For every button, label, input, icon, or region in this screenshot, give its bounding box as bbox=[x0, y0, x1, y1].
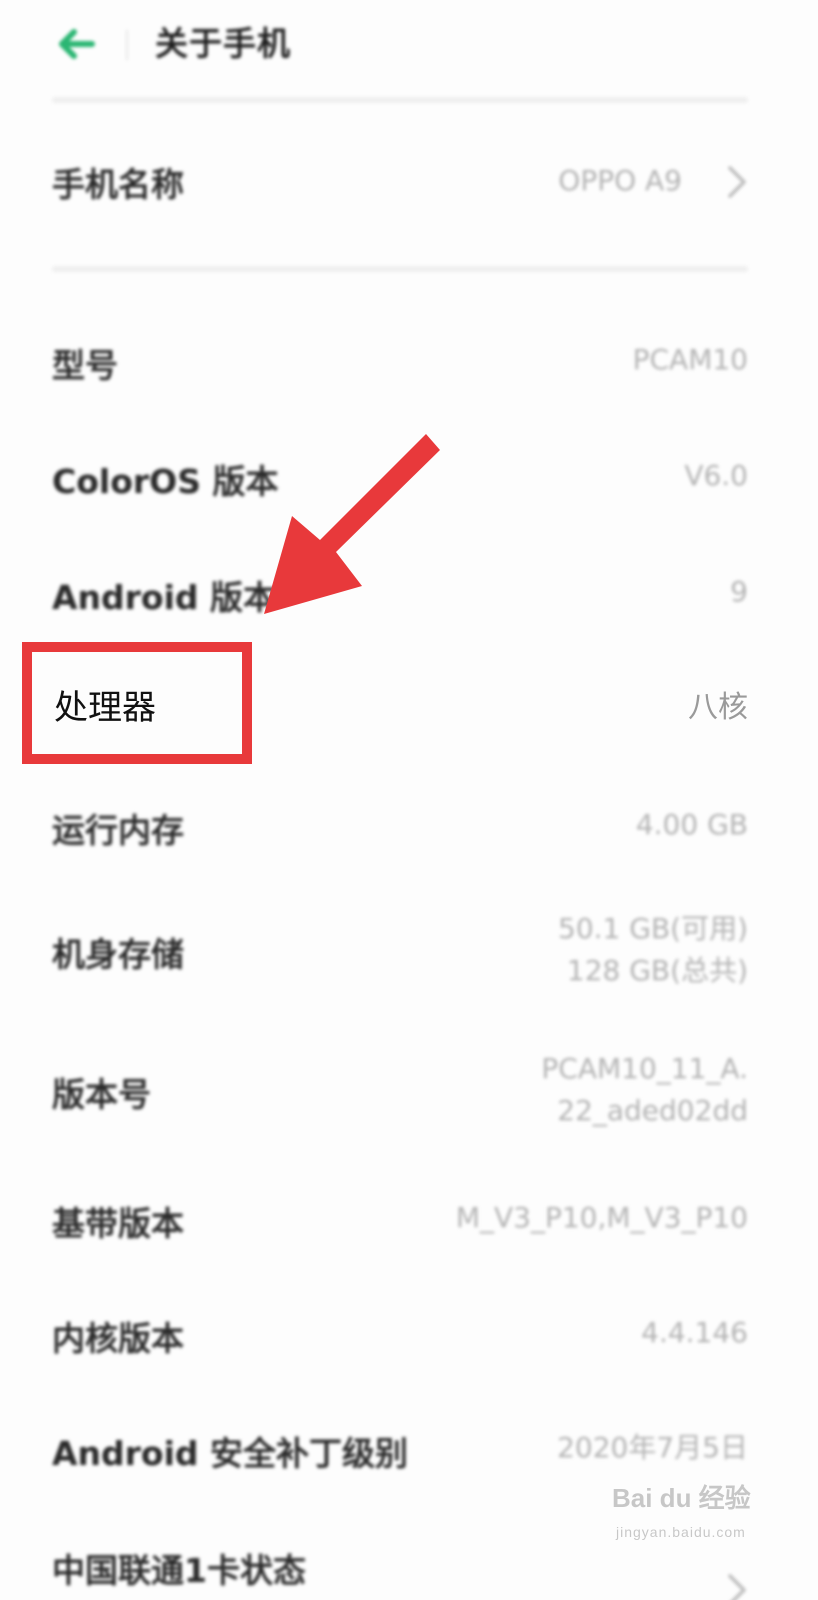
info-row-label: 运行内存 bbox=[52, 811, 184, 850]
build-line-1: PCAM10_11_A. bbox=[541, 1052, 748, 1085]
info-row-value: 9 bbox=[730, 575, 748, 608]
info-row-label: 型号 bbox=[52, 346, 118, 385]
device-name-row[interactable]: 手机名称 OPPO A9 bbox=[52, 150, 748, 214]
arrow-left-icon[interactable] bbox=[52, 22, 100, 66]
info-row-label: 中国联通1卡状态 bbox=[52, 1551, 306, 1590]
info-row-value: M_V3_P10,M_V3_P10 bbox=[455, 1201, 748, 1234]
info-row-label: 机身存储 bbox=[52, 935, 184, 974]
about-phone-page: 关于手机 手机名称 OPPO A9 型号 PCAM10 ColorOS 版本 V… bbox=[0, 0, 818, 1600]
info-row-label: 版本号 bbox=[52, 1075, 151, 1114]
info-row-value: 4.00 GB bbox=[635, 808, 748, 841]
highlight-box bbox=[22, 642, 252, 764]
info-row-storage: 机身存储 50.1 GB(可用) 128 GB(总共) bbox=[52, 908, 748, 998]
red-arrow-icon bbox=[264, 434, 440, 614]
baidu-watermark: Bai du 经验 jingyan.baidu.com bbox=[612, 1478, 772, 1568]
device-name-value: OPPO A9 bbox=[558, 164, 682, 197]
storage-available: 50.1 GB(可用) bbox=[558, 912, 748, 945]
info-row-value: 2020年7月5日 bbox=[557, 1431, 748, 1464]
info-row-value: 50.1 GB(可用) 128 GB(总共) bbox=[558, 908, 748, 992]
info-row-baseband: 基带版本 M_V3_P10,M_V3_P10 bbox=[52, 1193, 748, 1249]
info-row-ram: 运行内存 4.00 GB bbox=[52, 800, 748, 856]
watermark-logo-text: Bai du 经验 bbox=[612, 1483, 751, 1513]
processor-value: 八核 bbox=[688, 690, 748, 725]
info-row-label: Android 安全补丁级别 bbox=[52, 1434, 409, 1473]
watermark-url: jingyan.baidu.com bbox=[616, 1524, 746, 1540]
info-row-build: 版本号 PCAM10_11_A. 22_aded02dd bbox=[52, 1048, 748, 1138]
info-row-label: 内核版本 bbox=[52, 1319, 184, 1358]
info-row-value: PCAM10 bbox=[632, 343, 748, 376]
info-row-value: 4.4.146 bbox=[641, 1316, 748, 1349]
build-line-2: 22_aded02dd bbox=[557, 1094, 748, 1127]
chevron-right-icon bbox=[728, 1574, 746, 1600]
info-row-label: 基带版本 bbox=[52, 1204, 184, 1243]
chevron-right-icon bbox=[728, 166, 746, 198]
storage-total: 128 GB(总共) bbox=[566, 954, 748, 987]
info-row-security-patch: Android 安全补丁级别 2020年7月5日 bbox=[52, 1423, 748, 1479]
info-row-value: V6.0 bbox=[684, 459, 748, 492]
header-divider bbox=[126, 30, 128, 60]
info-row-kernel: 内核版本 4.4.146 bbox=[52, 1308, 748, 1364]
device-name-label: 手机名称 bbox=[52, 165, 184, 204]
page-title: 关于手机 bbox=[155, 24, 291, 63]
top-bar: 关于手机 bbox=[0, 0, 818, 96]
info-row-model: 型号 PCAM10 bbox=[52, 335, 748, 391]
info-row-value: PCAM10_11_A. 22_aded02dd bbox=[541, 1048, 748, 1132]
section-divider bbox=[52, 97, 748, 103]
section-divider bbox=[52, 266, 748, 272]
